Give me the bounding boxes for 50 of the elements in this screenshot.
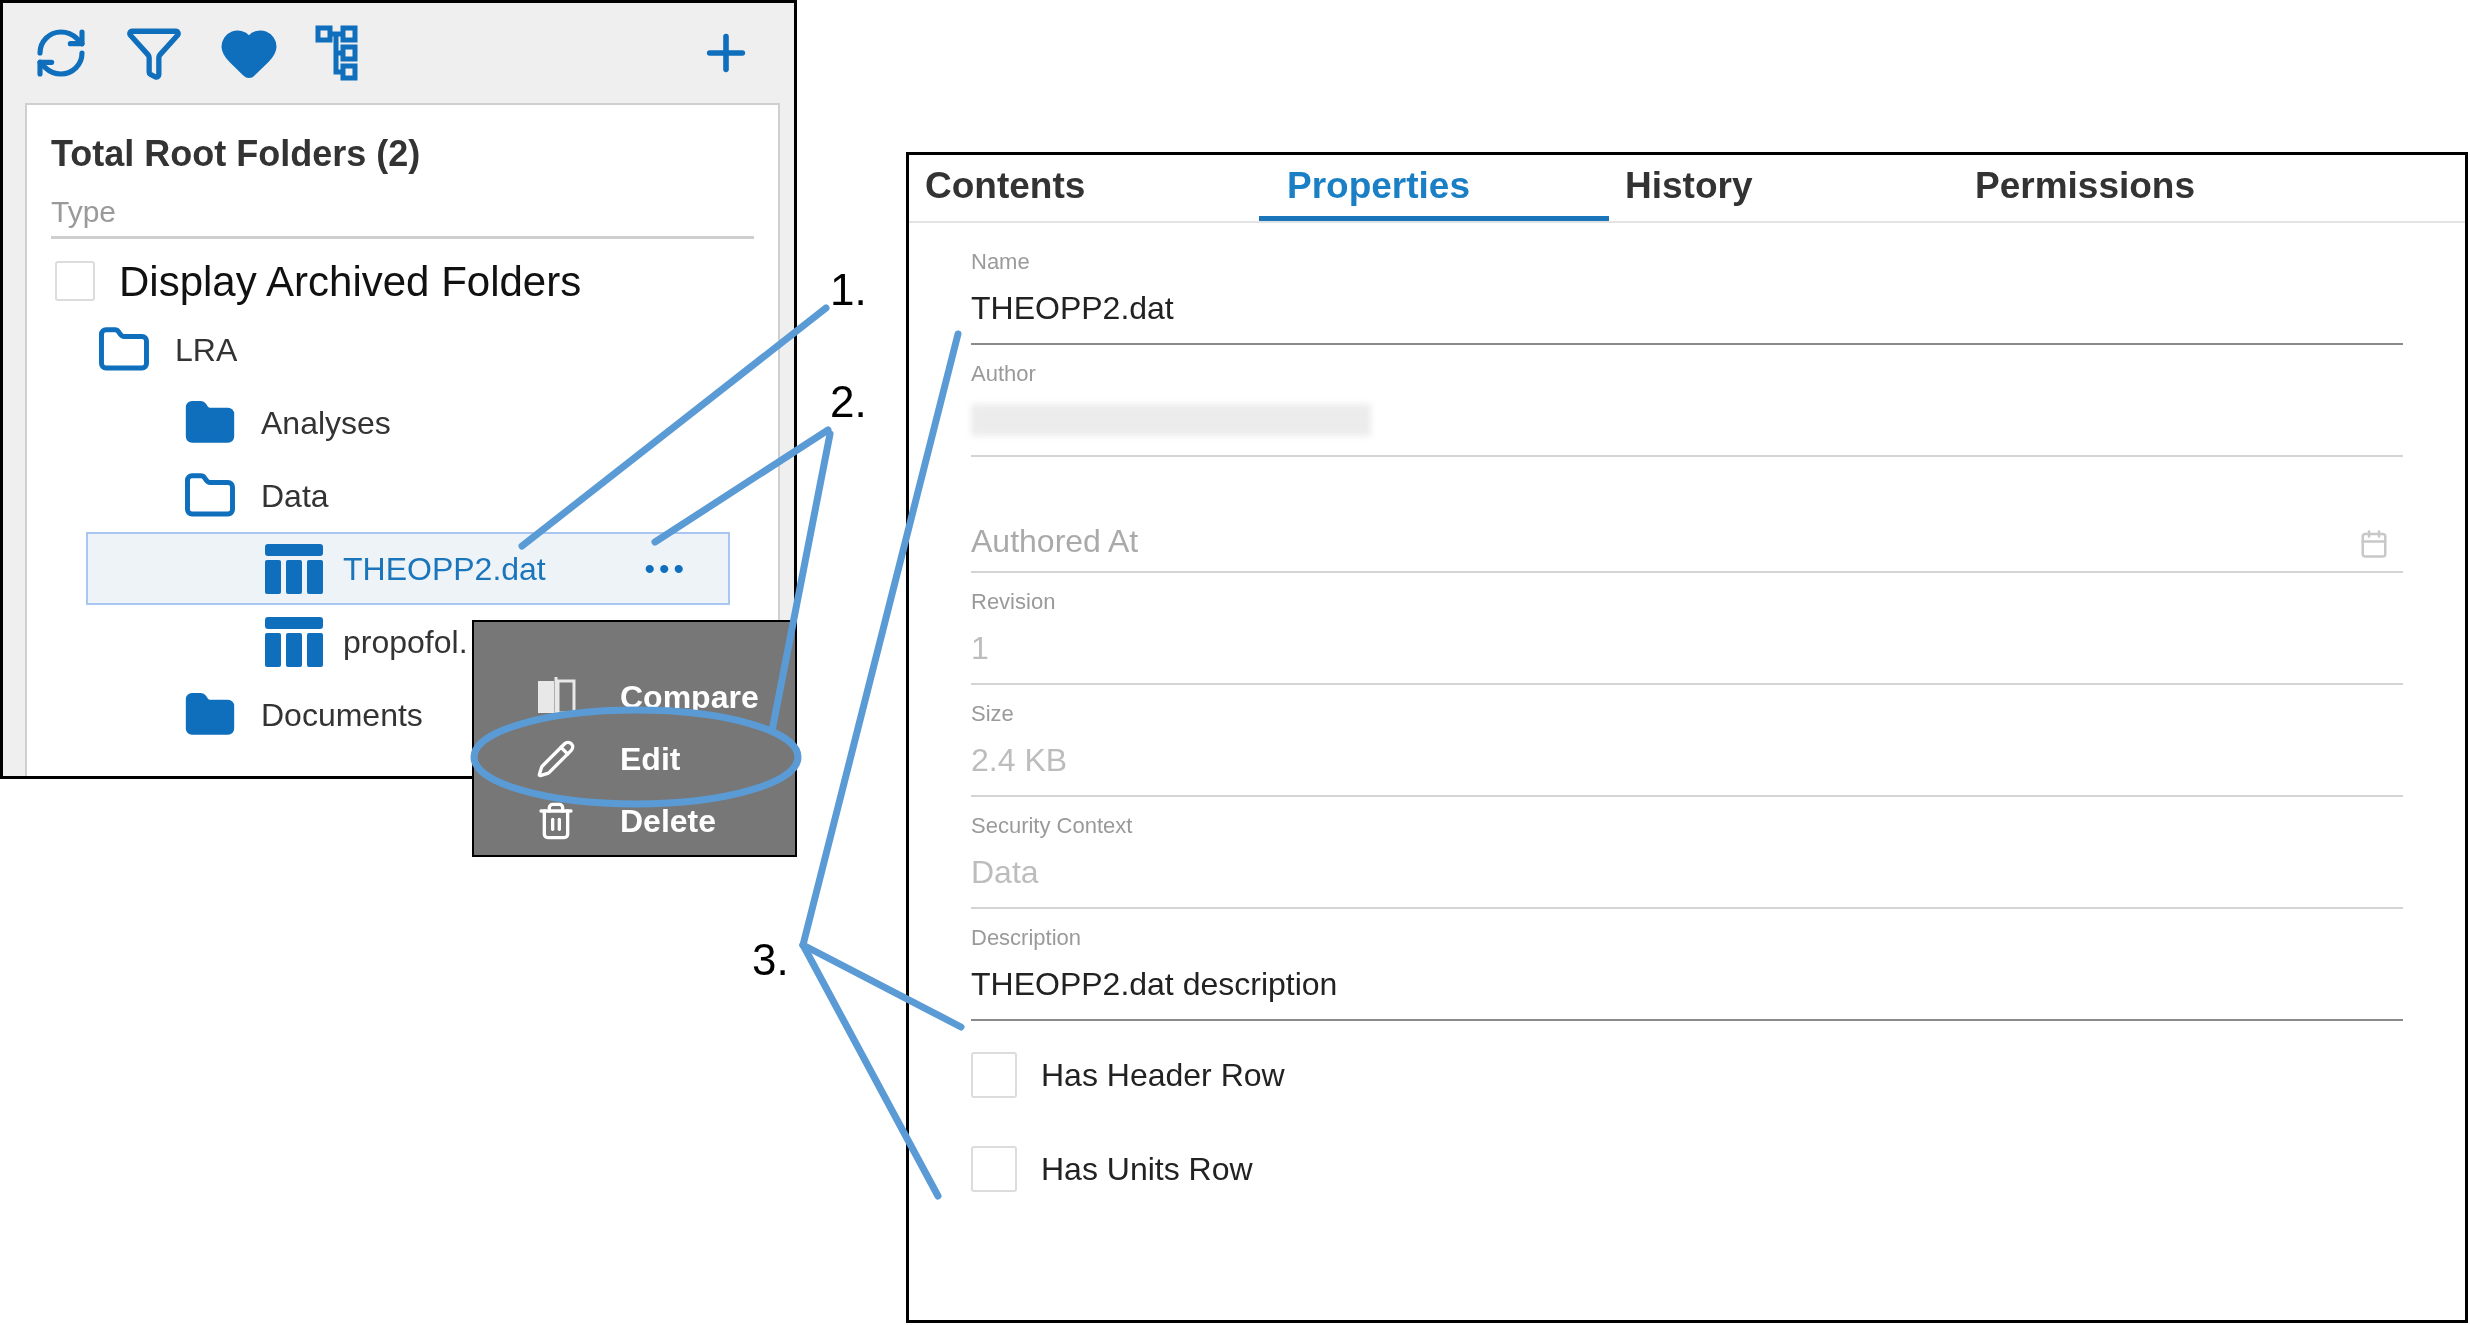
checkbox-label: Has Units Row xyxy=(1041,1150,1253,1189)
field-value: THEOPP2.dat xyxy=(971,289,1175,328)
callout-number: 1. xyxy=(830,268,867,312)
field-value: THEOPP2.dat description xyxy=(971,965,1339,1004)
checkbox[interactable] xyxy=(55,261,95,301)
field-value: 2.4 KB xyxy=(971,741,1069,780)
pencil-icon xyxy=(536,739,576,779)
callout-number: 3. xyxy=(752,938,789,982)
type-field[interactable]: Type xyxy=(51,187,754,239)
date-placeholder: Authored At xyxy=(971,522,1140,561)
more-icon[interactable]: ••• xyxy=(644,546,688,591)
tree-item[interactable]: THEOPP2.dat ••• xyxy=(86,532,730,605)
menu-item-label: Delete xyxy=(620,802,717,841)
field-value: 1 xyxy=(971,629,990,668)
field-label: Size xyxy=(971,700,1015,728)
checkbox[interactable] xyxy=(971,1052,1017,1098)
menu-item-label: Edit xyxy=(620,740,681,779)
field-value: Data xyxy=(971,853,1040,892)
checkbox[interactable] xyxy=(971,1146,1017,1192)
tree-item[interactable]: Analyses xyxy=(86,386,730,459)
type-placeholder: Type xyxy=(51,194,117,230)
tree-item-label: THEOPP2.dat xyxy=(343,549,546,589)
tab[interactable]: Properties xyxy=(1259,155,1609,221)
menu-item-label: Compare xyxy=(620,678,759,717)
field-label: Name xyxy=(971,248,1031,276)
panel-title: Total Root Folders (2) xyxy=(51,132,422,176)
field-label: Revision xyxy=(971,588,1057,616)
menu-item[interactable]: Edit xyxy=(474,728,795,790)
tree-item-label: LRA xyxy=(175,330,238,370)
tab[interactable]: History xyxy=(1609,155,1959,221)
field-label: Description xyxy=(971,924,1083,952)
text-field[interactable]: Name THEOPP2.dat xyxy=(971,233,2403,345)
table-icon xyxy=(265,616,323,667)
tab[interactable]: Permissions xyxy=(1959,155,2309,221)
tree-item[interactable]: LRA xyxy=(86,313,730,386)
tab[interactable]: Contents xyxy=(909,155,1259,221)
tree-item-label: Analyses xyxy=(261,403,391,443)
menu-item[interactable]: Delete xyxy=(474,790,795,852)
checkbox-label: Has Header Row xyxy=(1041,1056,1285,1095)
tree-item[interactable]: Data xyxy=(86,459,730,532)
callout-number: 2. xyxy=(830,380,867,424)
hierarchy-icon[interactable] xyxy=(315,25,359,81)
checkbox-label: Display Archived Folders xyxy=(119,256,582,307)
tree-item-label: Data xyxy=(261,476,329,516)
tree-item-label: Documents xyxy=(261,695,423,735)
field-label: Security Context xyxy=(971,812,1134,840)
text-field[interactable]: Description THEOPP2.dat description xyxy=(971,909,2403,1021)
tree-item-label: propofol. xyxy=(343,622,468,662)
table-icon xyxy=(265,543,323,594)
field-label: Author xyxy=(971,360,1037,388)
